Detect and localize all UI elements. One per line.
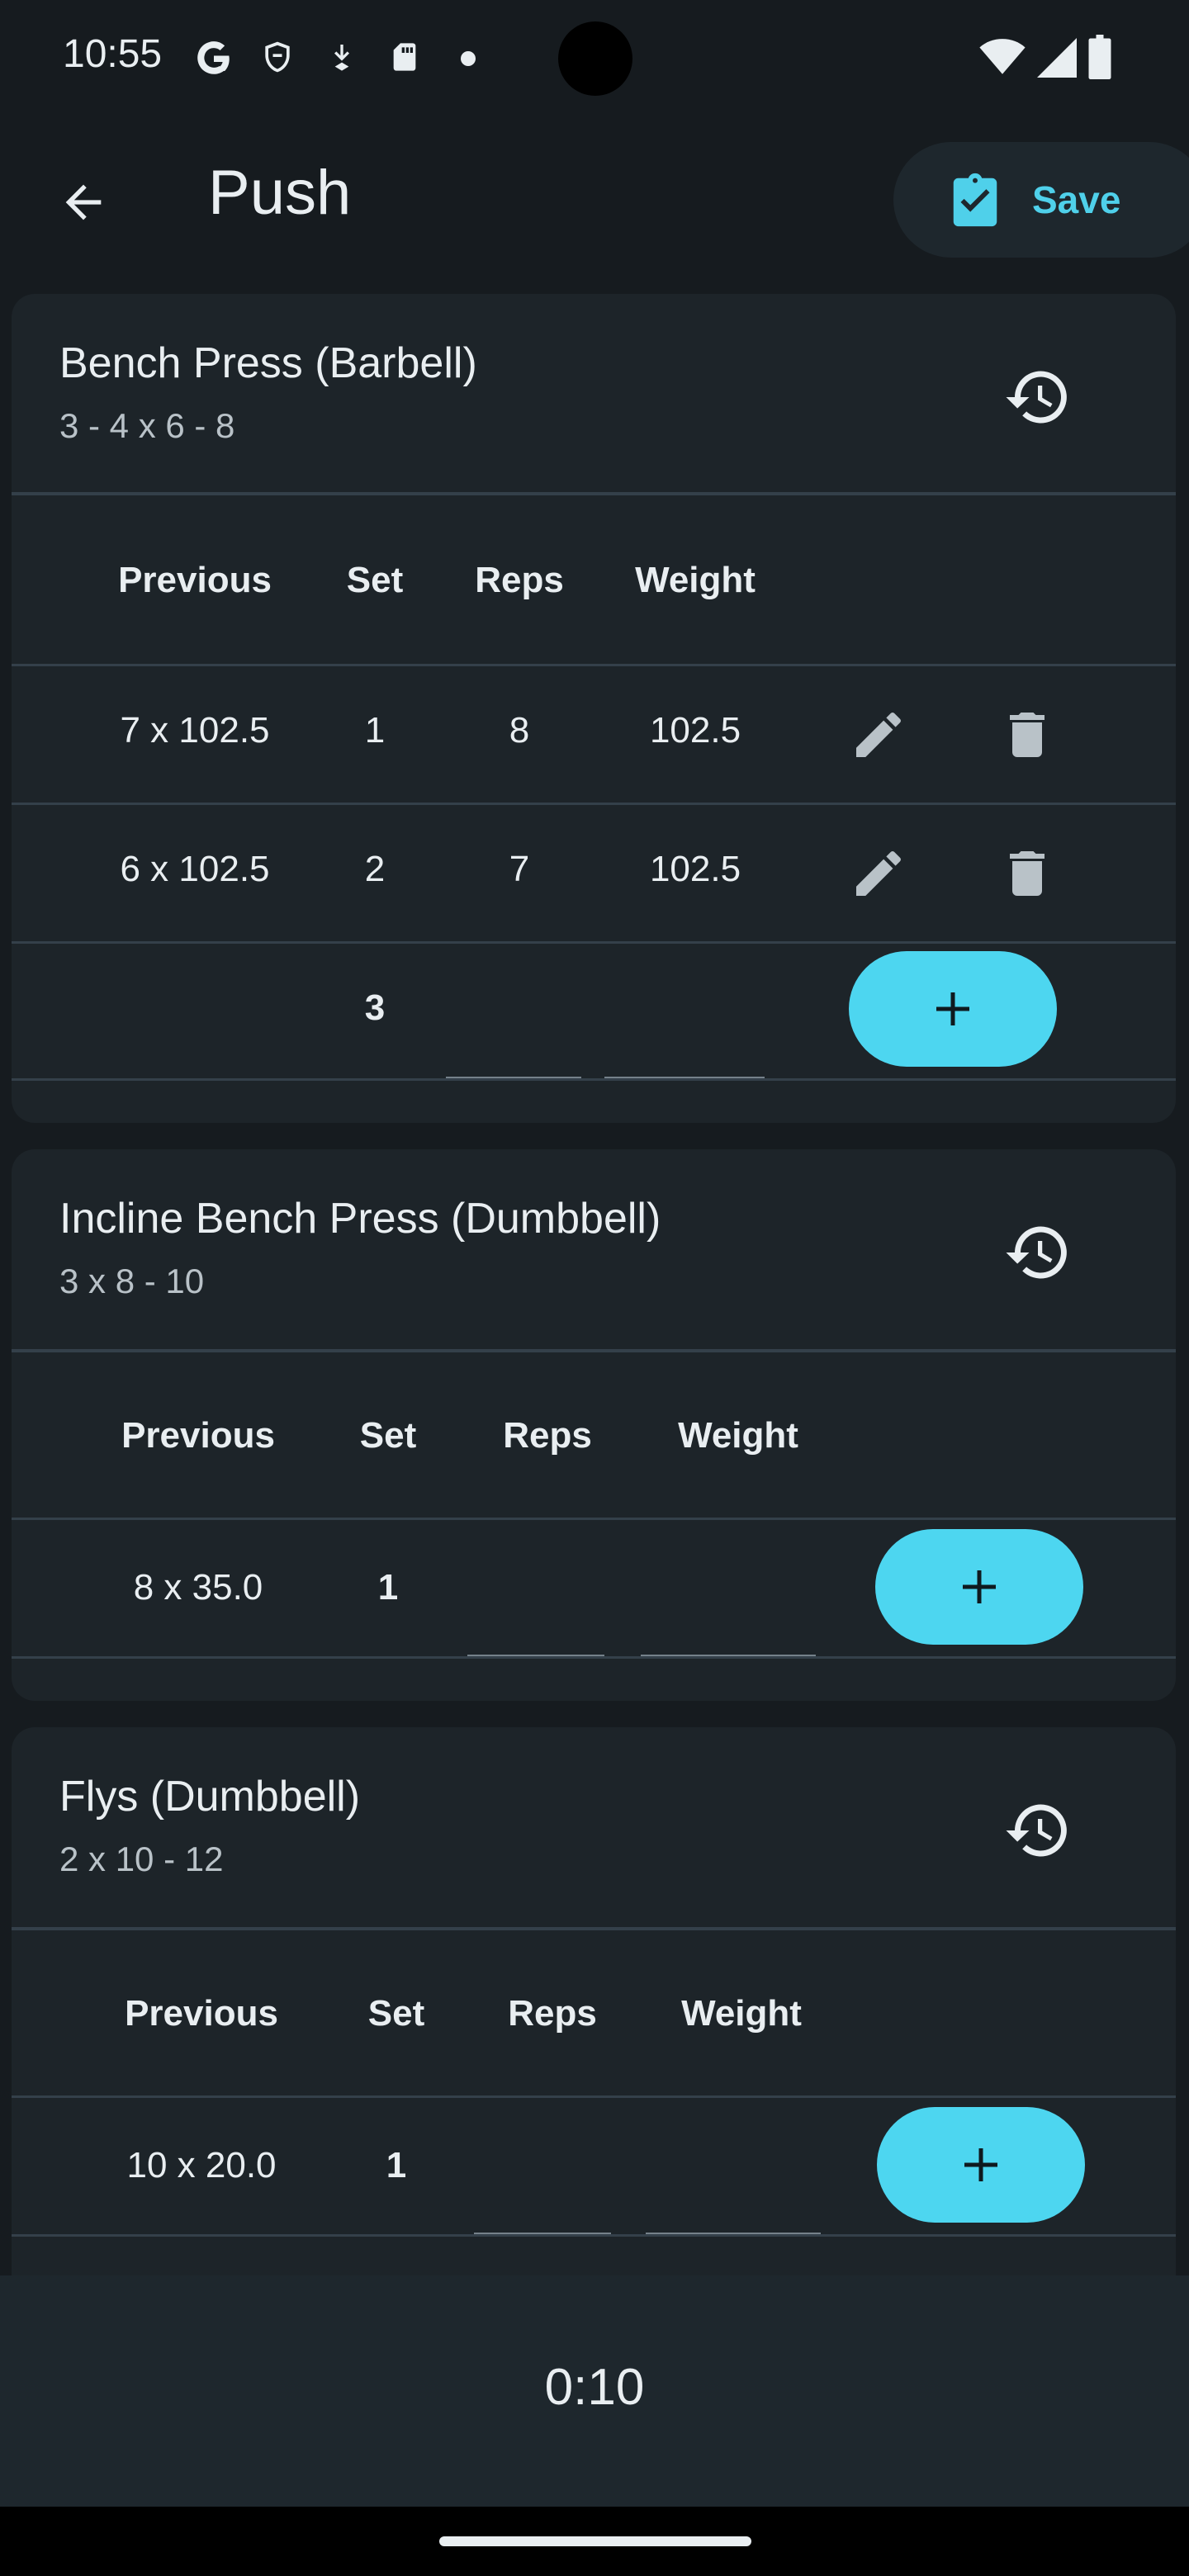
header-reps: Reps [475, 560, 564, 600]
edit-set-button[interactable] [844, 700, 913, 769]
delete-set-button[interactable] [992, 839, 1062, 908]
new-set-number: 1 [377, 1567, 399, 1608]
row-divider [12, 941, 1176, 944]
row-divider [12, 1518, 1176, 1520]
add-set-button[interactable] [849, 951, 1057, 1067]
page-title: Push [208, 158, 352, 228]
history-icon [1006, 1226, 1067, 1279]
exercise-scheme: 3 - 4 x 6 - 8 [59, 406, 235, 445]
new-set-number: 3 [364, 987, 386, 1028]
history-button[interactable] [1001, 1215, 1075, 1290]
exercise-card: Incline Bench Press (Dumbbell) 3 x 8 - 1… [12, 1149, 1176, 1701]
weight-cell: 102.5 [649, 849, 741, 889]
exercise-scheme: 2 x 10 - 12 [59, 1840, 224, 1878]
reps-cell: 8 [509, 710, 530, 751]
header-set: Set [346, 560, 404, 600]
download-icon [334, 45, 349, 71]
exercise-name[interactable]: Bench Press (Barbell) [59, 339, 477, 388]
header-weight: Weight [635, 560, 756, 600]
wifi-icon [979, 39, 1026, 74]
clipboard-check-icon [953, 173, 997, 227]
previous-cell: 7 x 102.5 [120, 710, 270, 751]
header-set: Set [359, 1415, 417, 1456]
save-label: Save [1032, 178, 1121, 221]
history-icon [1006, 1804, 1067, 1857]
row-divider [12, 1078, 1176, 1081]
exercise-name[interactable]: Incline Bench Press (Dumbbell) [59, 1194, 661, 1243]
card-divider [12, 1927, 1176, 1930]
row-divider [12, 2234, 1176, 2237]
header-weight: Weight [678, 1415, 798, 1456]
card-divider [12, 492, 1176, 495]
previous-cell: 6 x 102.5 [120, 849, 270, 889]
plus-icon [963, 1570, 996, 1603]
save-button[interactable]: Save [893, 142, 1189, 258]
camera-cutout [558, 21, 632, 96]
header-set: Set [367, 1993, 425, 2034]
reps-cell: 7 [509, 849, 530, 889]
status-bar: 10:55 [0, 0, 1189, 124]
previous-cell: 10 x 20.0 [126, 2145, 277, 2185]
exercise-card: Flys (Dumbbell) 2 x 10 - 12 Previous Set… [12, 1727, 1176, 2305]
history-button[interactable] [1001, 360, 1075, 434]
plus-icon [936, 992, 969, 1025]
header-previous: Previous [125, 1993, 278, 2034]
pencil-icon [856, 712, 901, 757]
home-indicator[interactable] [439, 2536, 751, 2546]
battery-icon [1088, 35, 1111, 79]
pencil-icon [856, 850, 901, 896]
row-divider [12, 2095, 1176, 2098]
history-icon [1006, 371, 1067, 424]
card-divider [12, 1349, 1176, 1352]
delete-set-button[interactable] [992, 700, 1062, 769]
google-icon [197, 41, 230, 74]
row-divider [12, 803, 1176, 805]
header-previous: Previous [121, 1415, 275, 1456]
exercise-scheme: 3 x 8 - 10 [59, 1262, 205, 1300]
rest-timer[interactable]: 0:10 [0, 2358, 1189, 2417]
row-divider [12, 664, 1176, 666]
row-divider [12, 1656, 1176, 1659]
status-time: 10:55 [63, 32, 163, 76]
set-cell: 1 [364, 710, 386, 751]
set-cell: 2 [364, 849, 386, 889]
plus-icon [964, 2148, 997, 2181]
dot-icon [461, 51, 476, 66]
previous-cell: 8 x 35.0 [133, 1567, 263, 1608]
add-set-button[interactable] [875, 1529, 1083, 1645]
new-set-number: 1 [386, 2145, 407, 2185]
edit-set-button[interactable] [844, 839, 913, 908]
trash-icon [1010, 713, 1045, 757]
arrow-back-icon [65, 184, 102, 220]
exercise-card: Bench Press (Barbell) 3 - 4 x 6 - 8 Prev… [12, 294, 1176, 1123]
history-button[interactable] [1001, 1793, 1075, 1868]
header-previous: Previous [118, 560, 272, 600]
back-button[interactable] [46, 165, 121, 239]
header-weight: Weight [681, 1993, 802, 2034]
header-reps: Reps [508, 1993, 597, 2034]
sd-card-icon [393, 43, 416, 71]
shield-icon [265, 41, 290, 73]
exercise-name[interactable]: Flys (Dumbbell) [59, 1772, 360, 1821]
signal-icon [1037, 38, 1077, 78]
add-set-button[interactable] [877, 2107, 1085, 2223]
trash-icon [1010, 851, 1045, 896]
weight-cell: 102.5 [649, 710, 741, 751]
header-reps: Reps [503, 1415, 592, 1456]
